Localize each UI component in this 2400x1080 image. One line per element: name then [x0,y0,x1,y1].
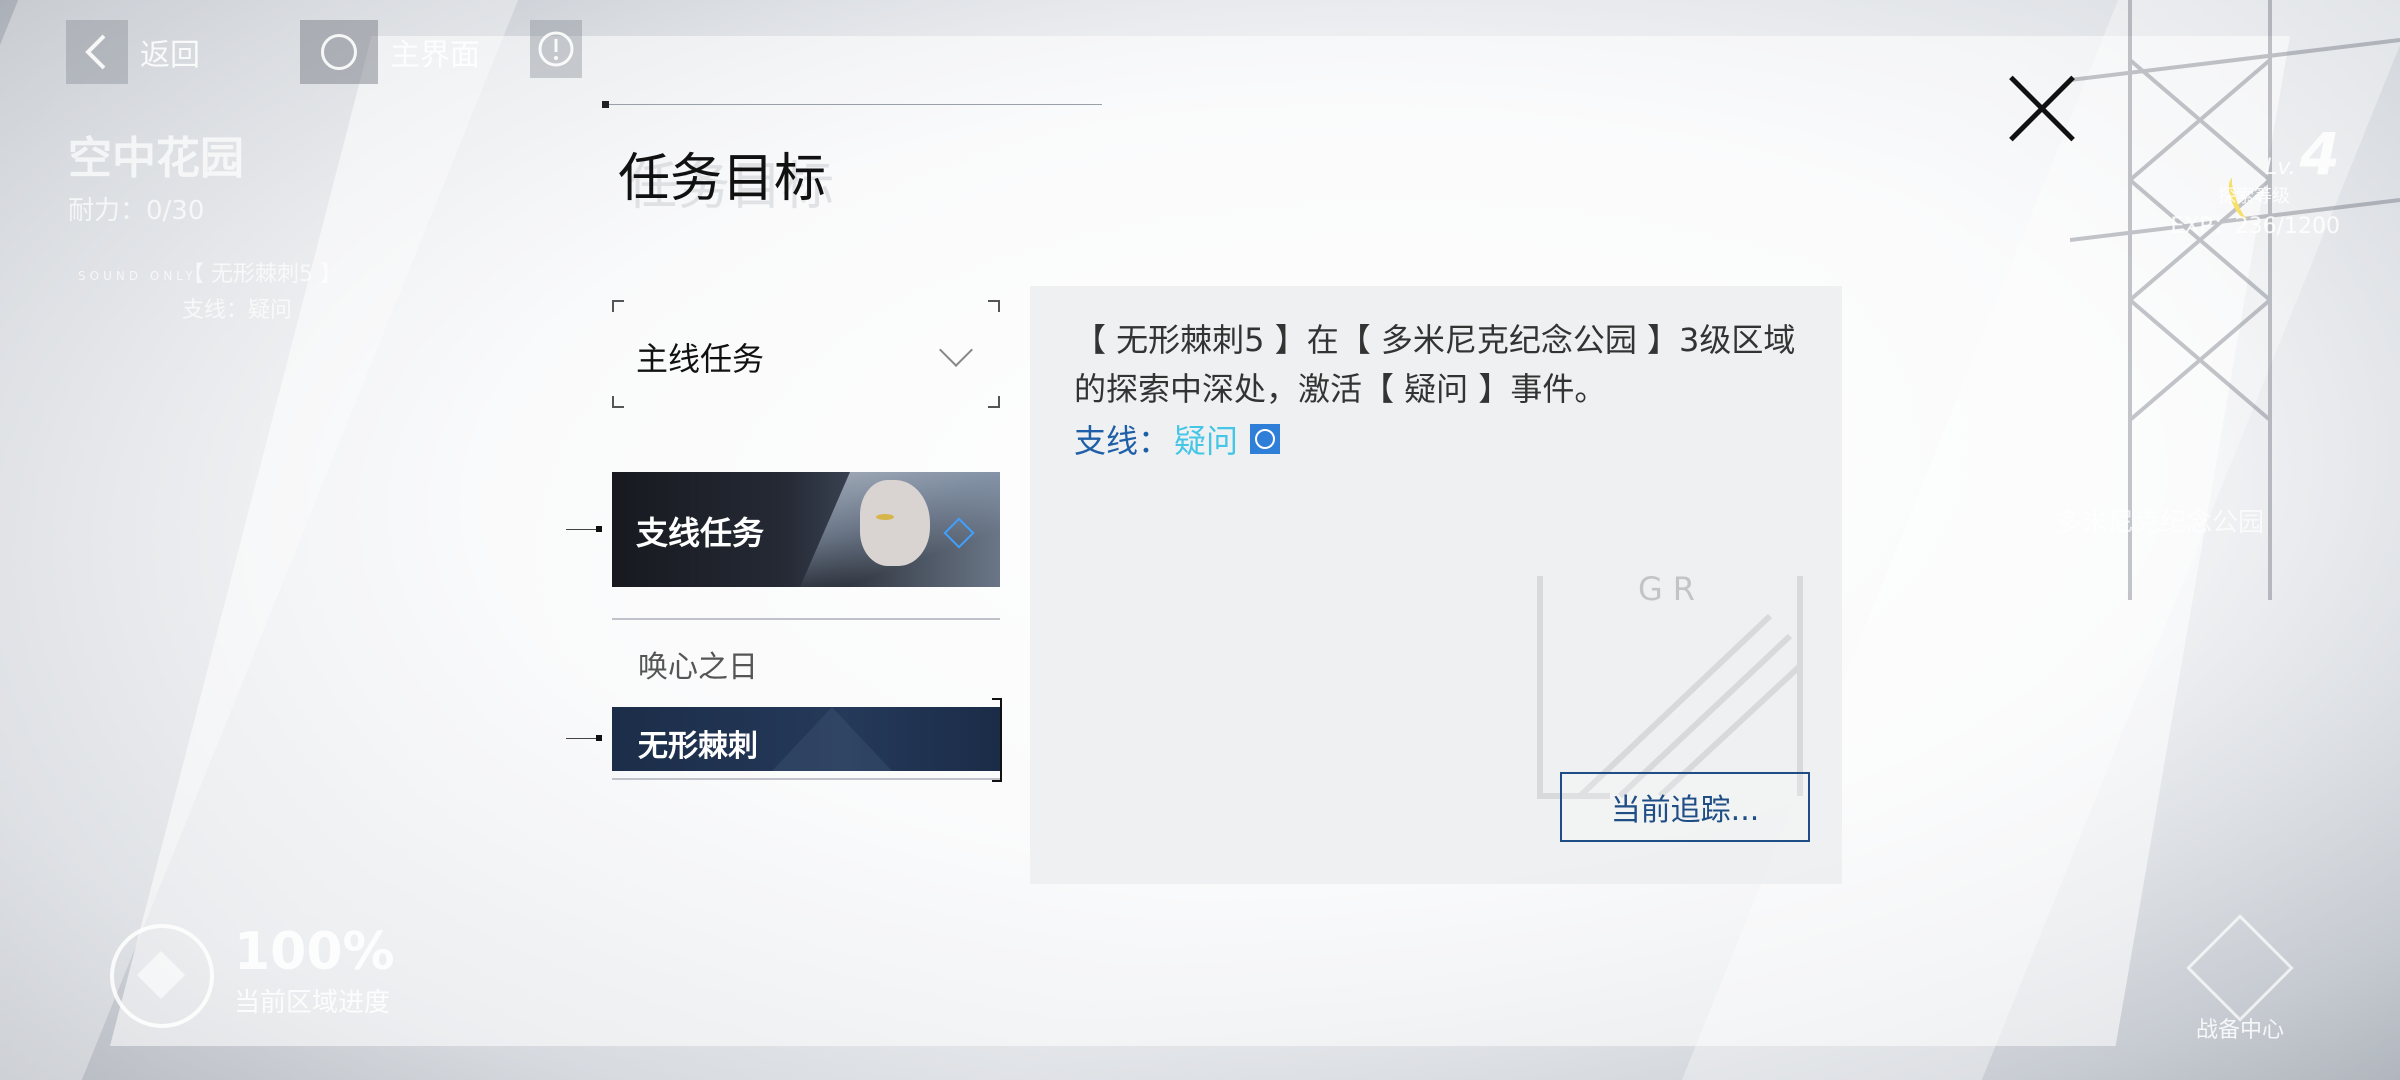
title-divider [604,104,1102,105]
area-progress-icon [110,924,214,1028]
exploration-level[interactable]: Lv.4 探索等级 EXP：236/1200 [2100,120,2340,240]
background-branch-line: 支线：疑问 [182,298,293,323]
armory-button[interactable]: 战备中心 [2180,914,2300,1044]
task-list-item[interactable]: 唤心之日 [612,630,1000,686]
selection-bracket [992,698,1002,782]
task-detail-panel: GR 【 无形棘刺5 】在【 多米尼克纪念公园 】3级区域的探索中深处，激活【 … [1030,286,1842,884]
stamina-text: 耐力：0/30 [68,196,205,226]
title-divider-dot [602,101,609,108]
back-label: 返回 [140,38,200,73]
task-connector-dot [596,735,602,741]
armory-icon [2186,914,2294,1022]
task-description: 【 无形棘刺5 】在【 多米尼克纪念公园 】3级区域的探索中深处，激活【 疑问 … [1074,321,1796,408]
category-divider [612,618,1000,620]
task-divider [612,778,1000,780]
level-label: 探索等级 [2218,186,2290,207]
close-icon[interactable] [2006,72,2078,144]
task-label: 无形棘刺 [638,729,758,764]
level-prefix: Lv. [2265,155,2296,180]
character-face [860,480,930,566]
home-label: 主界面 [390,38,480,73]
task-list-item-selected[interactable]: 无形棘刺 [612,707,1000,771]
exclamation-icon [538,31,574,67]
branch-key: 支线： [1074,422,1171,460]
character-eye [876,514,894,520]
task-type-dropdown[interactable]: 主线任务 [612,300,1000,408]
event-icon[interactable] [1250,424,1281,454]
chevron-left-icon [66,20,128,84]
background-location-label: 多米尼克纪念公园 [2055,508,2264,538]
circle-icon [321,34,357,70]
branch-info: 支线： 疑问 [1074,416,1281,462]
category-connector-dot [596,526,602,532]
alert-button[interactable] [530,20,582,78]
task-label: 唤心之日 [638,650,758,685]
home-button[interactable]: 主界面 [300,20,510,84]
background-task-line: 【 无形棘刺5 】 [182,262,342,287]
area-title: 空中花园 [68,133,244,184]
corner-mark [612,396,624,408]
sound-only-logo: SOUND ONLY [78,269,197,283]
back-button[interactable]: 返回 [66,20,236,84]
category-banner-side-quests[interactable]: 支线任务 [612,472,1000,587]
level-exp: EXP：236/1200 [2170,214,2340,239]
area-progress-label: 当前区域进度 [234,988,391,1018]
chevron-down-icon [939,333,973,367]
level-value: 4 [2299,120,2340,188]
dropdown-selected-value: 主线任务 [636,340,765,378]
corner-mark [988,300,1000,312]
task-decoration [772,707,892,771]
dialog-title: 任务目标 [618,149,827,209]
corner-mark [612,300,624,312]
watermark-text: GR [1638,570,1706,608]
track-button[interactable]: 当前追踪... [1560,772,1810,842]
category-label: 支线任务 [636,514,765,552]
area-progress-percent: 100% [234,922,395,982]
branch-value[interactable]: 疑问 [1174,416,1238,462]
home-icon-box [300,20,378,84]
corner-mark [988,396,1000,408]
